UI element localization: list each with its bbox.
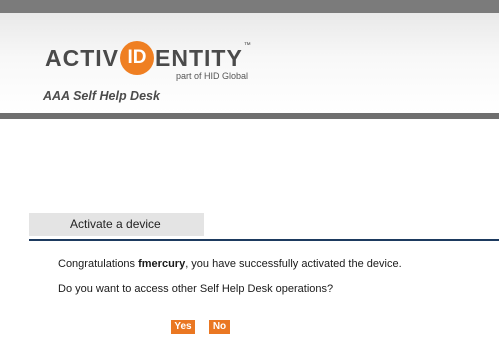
section-title: Activate a device xyxy=(29,213,204,236)
logo-text-circle: ID xyxy=(127,47,147,68)
page: ACTIV ID ENTITY ™ part of HID Global AAA… xyxy=(0,0,499,360)
question-message: Do you want to access other Self Help De… xyxy=(58,283,334,295)
message-suffix: , you have successfully activated the de… xyxy=(185,258,402,270)
logo-subtitle: part of HID Global xyxy=(176,71,249,81)
logo-text-before: ACTIV xyxy=(45,44,119,71)
yes-button[interactable]: Yes xyxy=(171,320,195,334)
header: ACTIV ID ENTITY ™ part of HID Global AAA… xyxy=(0,13,499,113)
app-title: AAA Self Help Desk xyxy=(43,89,160,103)
section-divider xyxy=(29,239,499,241)
logo-id-circle: ID xyxy=(120,41,154,75)
top-strip xyxy=(0,0,499,13)
no-button[interactable]: No xyxy=(209,320,230,334)
message-prefix: Congratulations xyxy=(58,258,139,270)
header-divider-bar xyxy=(0,113,499,119)
username: fmercury xyxy=(138,258,186,270)
success-message: Congratulations fmercury, you have succe… xyxy=(58,258,402,270)
logo-trademark: ™ xyxy=(243,42,251,49)
logo-text-after: ENTITY xyxy=(155,44,243,71)
